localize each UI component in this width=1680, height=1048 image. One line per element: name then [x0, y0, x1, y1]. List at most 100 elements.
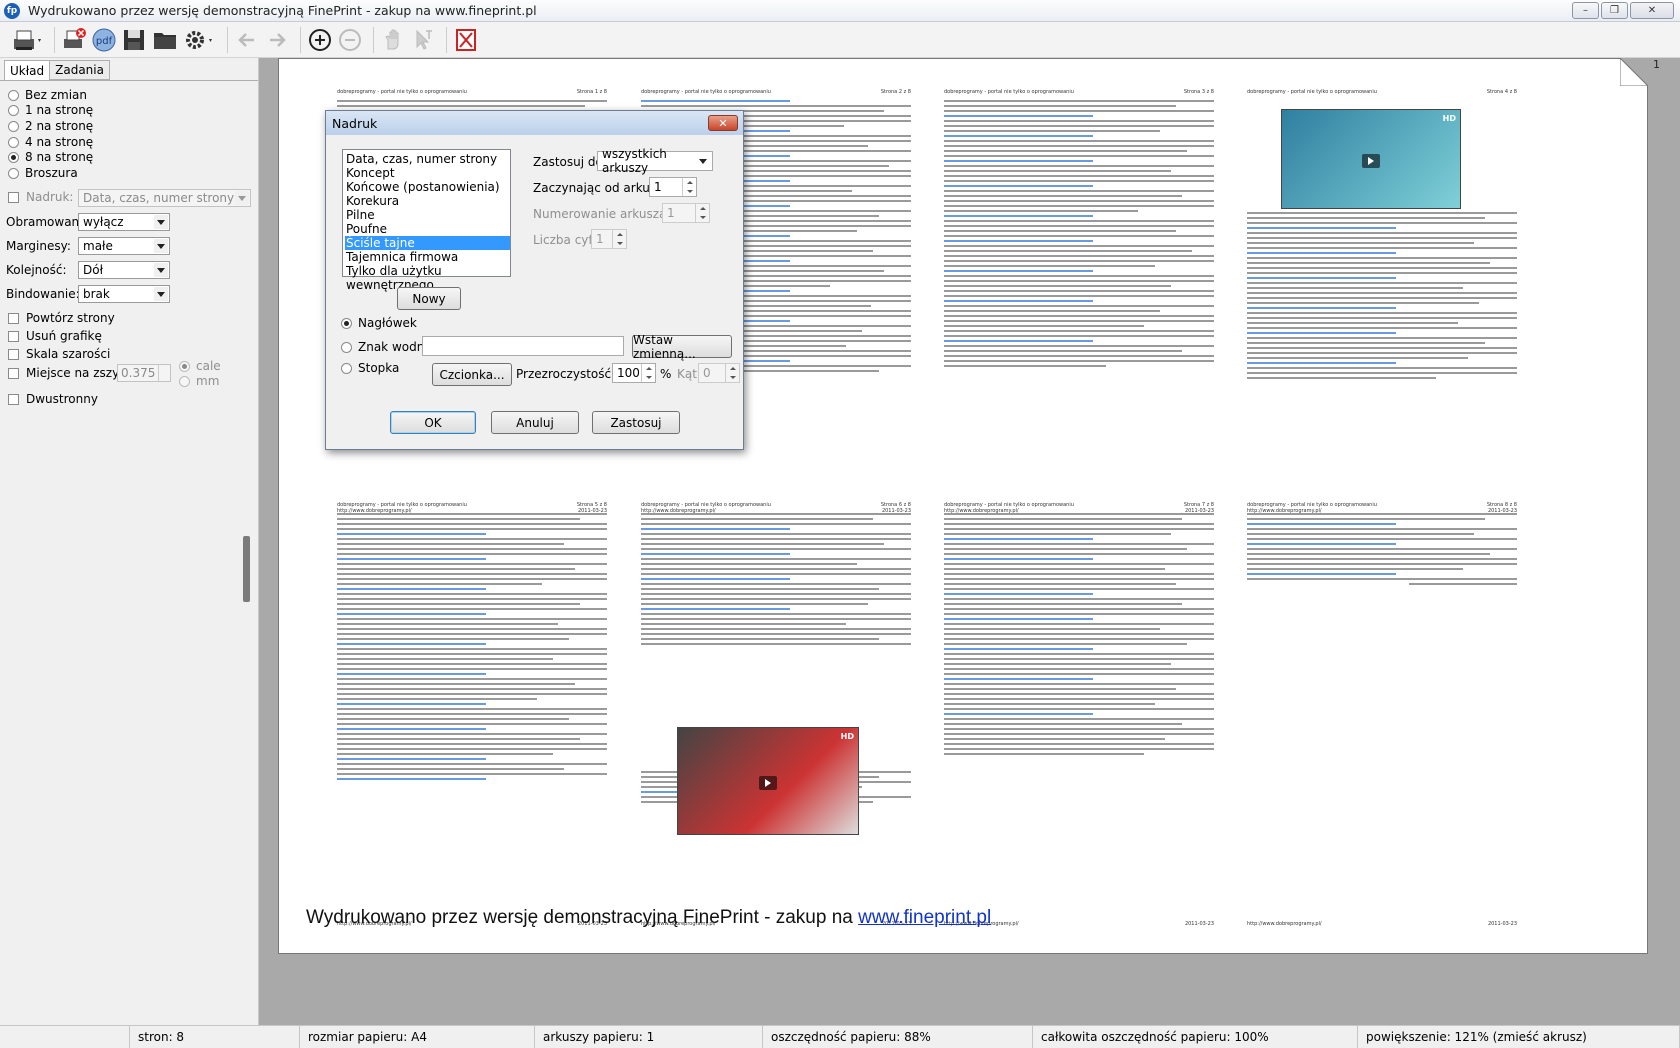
radio-icon[interactable] — [8, 136, 19, 148]
mini-page-label: Strona 3 z 8 — [1183, 89, 1214, 95]
marginesy-select[interactable]: małe — [78, 237, 170, 255]
maximize-button[interactable]: ❐ — [1601, 2, 1628, 19]
stepper-arrows-icon[interactable] — [682, 178, 696, 196]
zoom-in-icon[interactable] — [307, 25, 333, 55]
list-item[interactable]: Końcowe (postanowienia) — [345, 180, 510, 194]
select-icon[interactable] — [410, 25, 436, 55]
stepper-arrows-icon[interactable] — [695, 204, 709, 222]
miejsce-stepper[interactable]: 0.375 — [117, 364, 171, 382]
status-bar: stron: 8 rozmiar papieru: A4 arkuszy pap… — [0, 1025, 1680, 1048]
checkbox-icon[interactable] — [8, 348, 19, 360]
wstaw-zmienna-button[interactable]: Wstaw zmienną... — [632, 333, 732, 361]
radio-icon[interactable] — [179, 360, 190, 372]
liczba-cyfr-stepper[interactable]: 1 — [591, 229, 627, 249]
list-item[interactable]: Koncept — [345, 166, 510, 180]
layout-option-broszura[interactable]: Broszura — [8, 165, 78, 181]
anuluj-button[interactable]: Anuluj — [491, 411, 579, 434]
stepper-arrows-icon[interactable] — [612, 230, 626, 248]
list-item[interactable]: Pilne — [345, 208, 510, 222]
layout-option-8[interactable]: 8 na stronę — [8, 149, 93, 165]
zaczynajac-stepper[interactable]: 1 — [649, 177, 697, 197]
layout-option-bez-zmian[interactable]: Bez zmian — [8, 87, 87, 103]
ok-button[interactable]: OK — [390, 411, 476, 434]
znak-wodny-radio-row[interactable]: Znak wodny — [341, 339, 431, 355]
cancel-icon[interactable] — [453, 25, 479, 55]
list-item[interactable]: Tylko dla użytku wewnętrznego — [345, 264, 510, 292]
radio-icon[interactable] — [341, 341, 352, 353]
video-thumbnail[interactable]: HD — [1281, 109, 1461, 209]
panel-splitter-handle[interactable] — [243, 536, 250, 602]
kat-stepper[interactable]: 0 — [698, 363, 740, 383]
checkbox-icon[interactable] — [8, 393, 19, 405]
folder-icon[interactable] — [151, 25, 179, 55]
nowy-button[interactable]: Nowy — [397, 287, 461, 310]
zoom-out-icon[interactable] — [337, 25, 363, 55]
radio-icon[interactable] — [8, 151, 19, 163]
powtorz-strony-row[interactable]: Powtórz strony — [8, 310, 115, 326]
play-icon[interactable] — [1362, 154, 1380, 169]
tab-uklad[interactable]: Układ — [4, 60, 51, 81]
checkbox-icon[interactable] — [8, 367, 19, 379]
percent-label: % — [660, 367, 672, 381]
czcionka-button[interactable]: Czcionka... — [432, 363, 512, 386]
bindowanie-select[interactable]: brak — [78, 285, 170, 303]
minimize-button[interactable]: – — [1572, 2, 1599, 19]
delete-print-icon[interactable] — [61, 25, 87, 55]
przezroczystosc-stepper[interactable]: 100 — [612, 363, 656, 383]
checkbox-icon[interactable] — [8, 191, 19, 203]
unit-cale-row[interactable]: cale — [179, 358, 221, 374]
list-item[interactable]: Poufne — [345, 222, 510, 236]
zastosuj-button[interactable]: Zastosuj — [592, 411, 680, 434]
nadruk-select[interactable]: Data, czas, numer strony — [78, 189, 251, 207]
gear-icon[interactable] — [183, 25, 217, 55]
naglowek-radio-row[interactable]: Nagłówek — [341, 315, 417, 331]
play-icon[interactable] — [759, 775, 777, 790]
usun-grafike-row[interactable]: Usuń grafikę — [8, 328, 102, 344]
pdf-icon[interactable]: pdf — [91, 25, 117, 55]
arrow-left-icon[interactable] — [234, 25, 260, 55]
hand-icon[interactable] — [380, 25, 406, 55]
kolejnosc-select[interactable]: Dół — [78, 261, 170, 279]
skala-szarosci-row[interactable]: Skala szarości — [8, 346, 110, 362]
radio-icon[interactable] — [341, 362, 352, 374]
list-item[interactable]: Tajemnica firmowa — [345, 250, 510, 264]
stepper-arrows-icon[interactable] — [641, 364, 655, 382]
radio-icon[interactable] — [8, 167, 19, 179]
stamp-list[interactable]: Data, czas, numer strony Koncept Końcowe… — [342, 149, 511, 292]
dwustronny-row[interactable]: Dwustronny — [8, 391, 98, 407]
printer-icon[interactable] — [10, 25, 44, 55]
close-button[interactable]: ✕ — [1630, 2, 1674, 19]
radio-icon[interactable] — [179, 375, 190, 387]
numerowanie-stepper[interactable]: 1 — [662, 203, 710, 223]
arrow-right-icon[interactable] — [264, 25, 290, 55]
stopka-radio-row[interactable]: Stopka — [341, 360, 399, 376]
obramowanie-select[interactable]: wyłącz — [78, 213, 170, 231]
stepper-arrows-icon[interactable] — [158, 365, 170, 381]
unit-mm-row[interactable]: mm — [179, 373, 219, 389]
list-item[interactable]: Data, czas, numer strony — [345, 152, 510, 166]
video-thumbnail[interactable]: HD — [677, 727, 859, 835]
layout-option-4[interactable]: 4 na stronę — [8, 134, 93, 150]
radio-icon[interactable] — [8, 89, 19, 101]
watermark-link[interactable]: www.fineprint.pl — [858, 907, 991, 928]
radio-icon[interactable] — [8, 120, 19, 132]
tab-zadania[interactable]: Zadania — [49, 60, 110, 80]
checkbox-icon[interactable] — [8, 330, 19, 342]
list-item-selected[interactable]: Ściśle tajne — [345, 236, 510, 250]
zastosuj-do-select[interactable]: wszystkich arkuszy — [597, 147, 713, 175]
dialog-close-button[interactable]: ✕ — [708, 115, 738, 131]
nadruk-checkbox-row[interactable]: Nadruk: — [8, 189, 73, 205]
layout-option-1[interactable]: 1 na stronę — [8, 102, 93, 118]
checkbox-icon[interactable] — [8, 312, 19, 324]
layout-option-label: 2 na stronę — [25, 119, 94, 133]
stepper-arrows-icon[interactable] — [725, 364, 739, 382]
list-item[interactable]: Korekura — [345, 194, 510, 208]
radio-icon[interactable] — [8, 104, 19, 116]
toolbar-separator — [373, 26, 374, 53]
znak-wodny-input[interactable] — [422, 336, 624, 356]
radio-icon[interactable] — [341, 317, 352, 329]
save-icon[interactable] — [121, 25, 147, 55]
fineprint-icon[interactable]: fp — [4, 2, 20, 19]
bindowanie-label: Bindowanie: — [6, 287, 80, 301]
layout-option-2[interactable]: 2 na stronę — [8, 118, 93, 134]
